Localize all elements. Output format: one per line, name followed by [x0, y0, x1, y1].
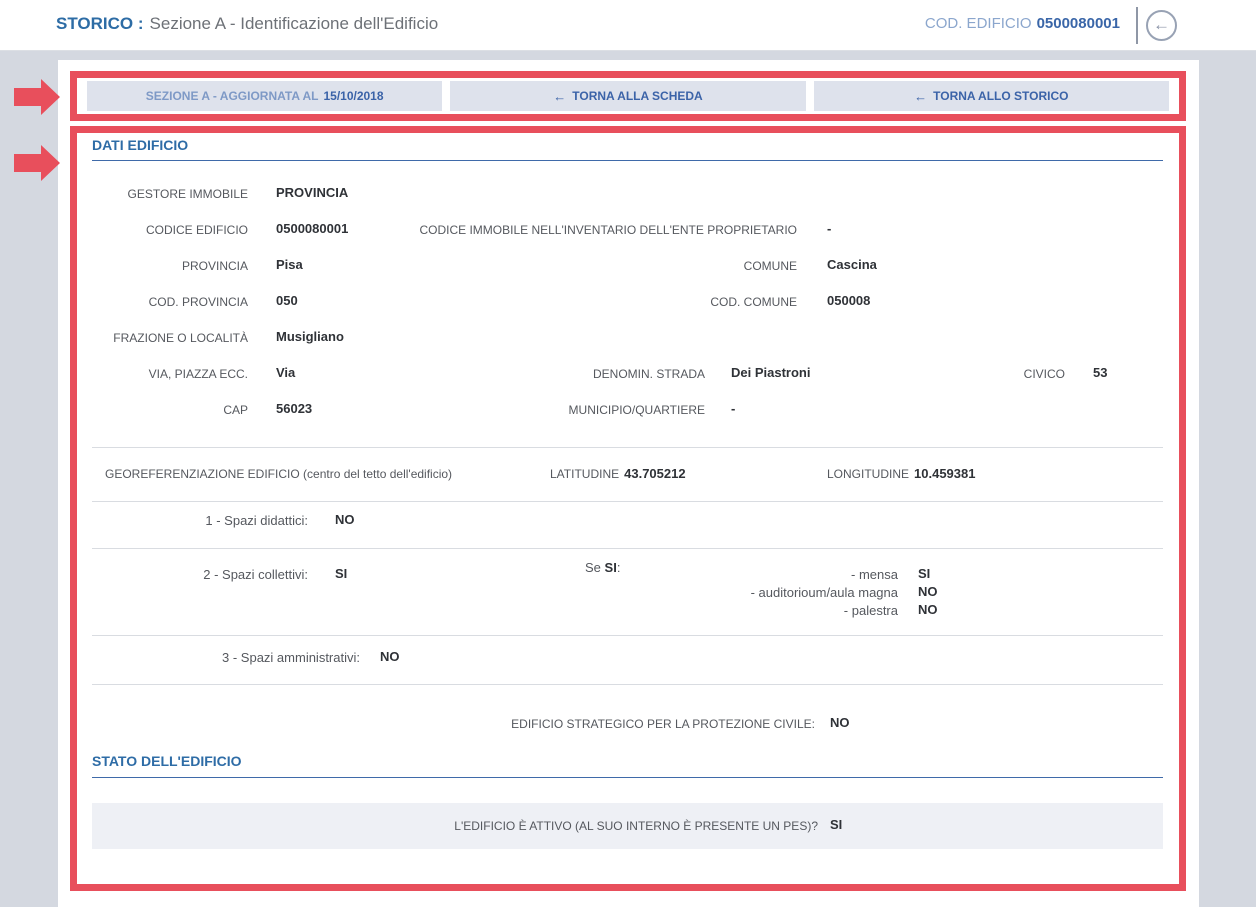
civico-value: 53	[1093, 365, 1107, 380]
section-a-content: DATI EDIFICIO GESTORE IMMOBILE PROVINCIA…	[77, 133, 1179, 884]
mensa-label: - mensa	[577, 567, 898, 582]
palestra-value: NO	[918, 602, 938, 617]
spazi-didattici-value: NO	[335, 512, 355, 527]
gestore-immobile-label: GESTORE IMMOBILE	[77, 187, 248, 201]
edificio-attivo-label: L'EDIFICIO È ATTIVO (AL SUO INTERNO È PR…	[177, 819, 818, 833]
tab-sezione-a-label: SEZIONE A - AGGIORNATA AL	[146, 89, 319, 103]
page-title-text: Sezione A - Identificazione dell'Edifici…	[150, 14, 439, 33]
annotation-arrow-icon	[14, 145, 60, 181]
header-divider	[1136, 7, 1138, 44]
edificio-attivo-value: SI	[830, 817, 842, 832]
provincia-value: Pisa	[276, 257, 303, 272]
row-divider	[92, 447, 1163, 448]
spazi-collettivi-label: 2 - Spazi collettivi:	[77, 567, 308, 582]
edificio-strategico-label: EDIFICIO STRATEGICO PER LA PROTEZIONE CI…	[177, 717, 815, 731]
page-title: STORICO : Sezione A - Identificazione del…	[56, 14, 438, 34]
longitudine-value: 10.459381	[914, 466, 975, 481]
page-title-prefix: STORICO :	[56, 14, 144, 33]
spazi-amministrativi-value: NO	[380, 649, 400, 664]
building-code-value: 0500080001	[1037, 15, 1120, 32]
tab-sezione-a[interactable]: SEZIONE A - AGGIORNATA AL 15/10/2018	[87, 81, 442, 111]
tab-sezione-a-date: 15/10/2018	[323, 89, 383, 103]
palestra-label: - palestra	[577, 603, 898, 618]
georef-label: GEOREFERENZIAZIONE EDIFICIO (centro del …	[105, 467, 452, 481]
frazione-value: Musigliano	[276, 329, 344, 344]
codice-immobile-label: CODICE IMMOBILE NELL'INVENTARIO DELL'ENT…	[377, 223, 797, 237]
tab-torna-alla-scheda[interactable]: ← TORNA ALLA SCHEDA	[450, 81, 805, 111]
building-code: COD. EDIFICIO 0500080001	[925, 15, 1120, 32]
civico-label: CIVICO	[877, 367, 1065, 381]
provincia-label: PROVINCIA	[77, 259, 248, 273]
municipio-label: MUNICIPIO/QUARTIERE	[377, 403, 705, 417]
annotation-arrow-icon	[14, 79, 60, 115]
top-header-bar: STORICO : Sezione A - Identificazione del…	[0, 0, 1256, 51]
denom-strada-value: Dei Piastroni	[731, 365, 810, 380]
latitudine-field: LATITUDINE 43.705212	[550, 466, 686, 481]
back-button[interactable]: ←	[1146, 10, 1177, 41]
annotation-box-tabs: SEZIONE A - AGGIORNATA AL 15/10/2018 ← T…	[70, 71, 1186, 121]
longitudine-label: LONGITUDINE	[827, 467, 909, 481]
arrow-left-icon: ←	[553, 89, 566, 104]
cod-comune-value: 050008	[827, 293, 870, 308]
codice-edificio-label: CODICE EDIFICIO	[77, 223, 248, 237]
annotation-box-main: DATI EDIFICIO GESTORE IMMOBILE PROVINCIA…	[70, 126, 1186, 891]
heading-underline	[92, 777, 1163, 778]
tab-torna-allo-storico[interactable]: ← TORNA ALLO STORICO	[814, 81, 1169, 111]
cap-value: 56023	[276, 401, 312, 416]
municipio-value: -	[731, 401, 735, 416]
latitudine-value: 43.705212	[624, 466, 685, 481]
cod-provincia-value: 050	[276, 293, 298, 308]
row-divider	[92, 635, 1163, 636]
edificio-strategico-value: NO	[830, 715, 850, 730]
auditorium-label: - auditorioum/aula magna	[577, 585, 898, 600]
cod-provincia-label: COD. PROVINCIA	[77, 295, 248, 309]
frazione-label: FRAZIONE O LOCALITÀ	[77, 331, 248, 345]
comune-label: COMUNE	[377, 259, 797, 273]
tab-bar: SEZIONE A - AGGIORNATA AL 15/10/2018 ← T…	[77, 78, 1179, 114]
longitudine-field: LONGITUDINE 10.459381	[827, 466, 975, 481]
row-divider	[92, 501, 1163, 502]
cap-label: CAP	[77, 403, 248, 417]
dati-edificio-heading: DATI EDIFICIO	[92, 137, 188, 153]
cod-comune-label: COD. COMUNE	[377, 295, 797, 309]
codice-immobile-value: -	[827, 221, 831, 236]
auditorium-value: NO	[918, 584, 938, 599]
row-divider	[92, 548, 1163, 549]
via-piazza-label: VIA, PIAZZA ECC.	[77, 367, 248, 381]
tab-torna-alla-scheda-label: TORNA ALLA SCHEDA	[572, 89, 702, 103]
row-divider	[92, 684, 1163, 685]
spazi-didattici-label: 1 - Spazi didattici:	[77, 513, 308, 528]
building-code-label: COD. EDIFICIO	[925, 15, 1032, 32]
arrow-left-icon: ←	[914, 89, 927, 104]
via-piazza-value: Via	[276, 365, 295, 380]
spazi-amministrativi-label: 3 - Spazi amministrativi:	[77, 650, 360, 665]
gestore-immobile-value: PROVINCIA	[276, 185, 348, 200]
codice-edificio-value: 0500080001	[276, 221, 348, 236]
comune-value: Cascina	[827, 257, 877, 272]
denom-strada-label: DENOMIN. STRADA	[377, 367, 705, 381]
stato-edificio-heading: STATO DELL'EDIFICIO	[92, 753, 242, 769]
arrow-left-circle-icon: ←	[1153, 15, 1170, 34]
latitudine-label: LATITUDINE	[550, 467, 619, 481]
heading-underline	[92, 160, 1163, 161]
spazi-collettivi-value: SI	[335, 566, 347, 581]
tab-torna-allo-storico-label: TORNA ALLO STORICO	[933, 89, 1068, 103]
mensa-value: SI	[918, 566, 930, 581]
